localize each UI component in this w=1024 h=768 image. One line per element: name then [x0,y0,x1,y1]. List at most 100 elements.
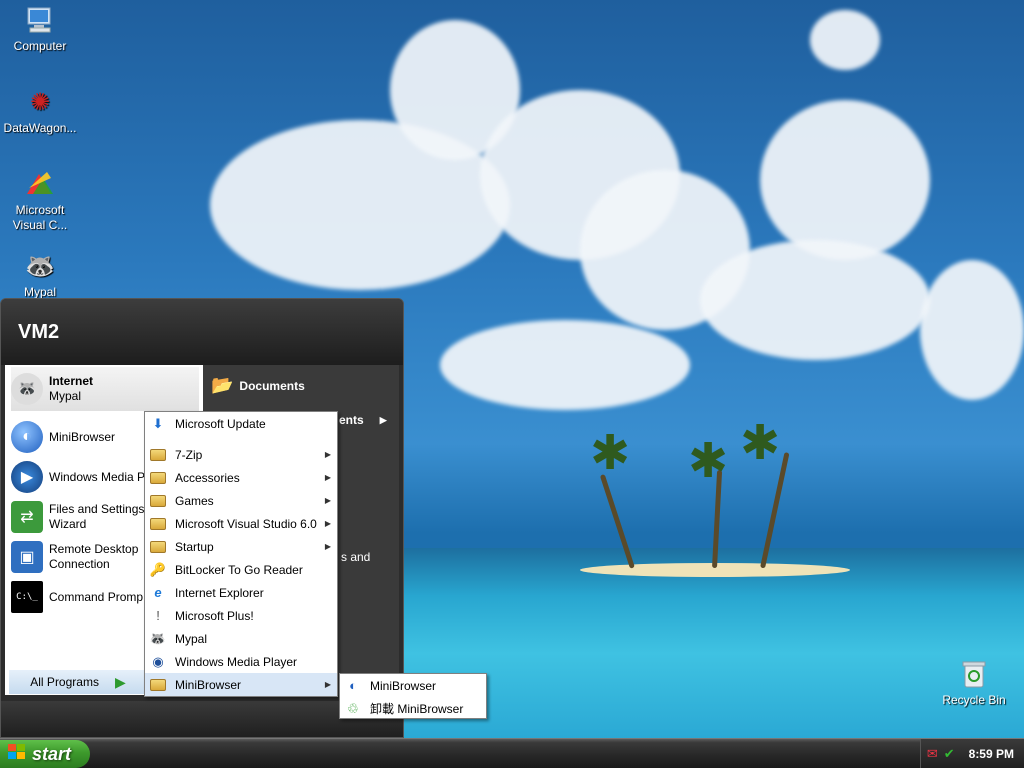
menu-item-label: Windows Media Player [175,654,298,669]
menu-item-microsoft-plus[interactable]: ! Microsoft Plus! [145,604,337,627]
menu-item-label: Startup [175,539,214,554]
folder-icon [149,446,167,464]
menu-item-label: Games [175,493,214,508]
menu-item-bitlocker[interactable]: 🔑 BitLocker To Go Reader [145,558,337,581]
minibrowser-icon: ◐ [11,421,43,453]
right-item-settings[interactable]: s and [341,550,370,564]
right-item-label: ents [339,413,364,427]
cloud [440,320,690,410]
cloud [810,10,880,70]
update-icon: ⬇ [152,415,164,431]
menu-item-7zip[interactable]: 7-Zip ▶ [145,443,337,466]
right-item-documents[interactable]: 📂 Documents [211,375,305,396]
menu-item-label: MiniBrowser [370,678,437,693]
menu-item-label: MiniBrowser [175,677,242,692]
menu-item-label: Microsoft Plus! [175,608,254,623]
visual-c-icon [24,168,56,200]
menu-item-label: Accessories [175,470,240,485]
media-player-icon: ◉ [152,653,164,669]
start-label: start [32,743,72,764]
mypal-icon: 🦝 [11,373,43,405]
system-tray: ✉ ✔ 8:59 PM [920,739,1024,768]
start-button[interactable]: start [0,740,90,768]
desktop-icon-label: Computer [13,39,67,53]
desktop-icon-datawagon[interactable]: ✺ DataWagon... [0,86,80,136]
pinned-item-subtitle: Wizard [49,517,87,531]
menu-item-startup[interactable]: Startup ▶ [145,535,337,558]
chevron-right-icon: ▶ [324,680,331,689]
menu-item-accessories[interactable]: Accessories ▶ [145,466,337,489]
menu-item-label: Microsoft Update [175,416,266,431]
pinned-item-subtitle: Mypal [49,389,82,403]
chevron-right-icon: ▶ [324,450,331,459]
folder-icon [149,515,167,533]
menu-item-minibrowser-folder[interactable]: MiniBrowser ▶ [145,673,337,696]
desktop-icon-recycle-bin[interactable]: Recycle Bin [934,658,1014,707]
palm-leaves: ✱ [740,417,781,470]
menu-item-label: Mypal [175,631,208,646]
cloud [920,260,1024,400]
folder-icon [149,676,167,694]
palm-leaves: ✱ [688,435,729,488]
menu-item-minibrowser[interactable]: ◐ MiniBrowser [340,674,486,697]
pinned-item-title: Internet [49,374,94,388]
menu-item-mypal[interactable]: 🦝 Mypal [145,627,337,650]
folder-icon [149,538,167,556]
desktop-icon-label: Microsoft Visual C... [12,203,68,232]
network-icon[interactable]: ✉ [927,746,938,762]
pinned-item-title: MiniBrowser [49,429,116,444]
folder-icon [149,492,167,510]
menu-item-visual-studio[interactable]: Microsoft Visual Studio 6.0 ▶ [145,512,337,535]
menu-item-label: Microsoft Visual Studio 6.0 [175,516,317,531]
safely-remove-icon[interactable]: ✔ [944,746,955,762]
pinned-item-title: Command Promp [49,589,144,604]
chevron-right-icon: ▶ [379,414,387,425]
minibrowser-icon: ◐ [349,678,357,693]
media-player-icon: ▶ [11,461,43,493]
bitlocker-icon: 🔑 [149,561,167,577]
menu-item-internet-explorer[interactable]: e Internet Explorer [145,581,337,604]
datawagon-icon: ✺ [29,88,51,116]
recycle-bin-icon [958,658,990,690]
transfer-wizard-icon: ⇄ [11,501,43,533]
desktop-icon-label: Mypal [23,285,56,299]
all-programs-button[interactable]: All Programs ▶ [9,670,147,694]
right-item-label: Documents [239,378,305,393]
menu-item-label: 卸載 MiniBrowser [370,702,464,716]
menu-item-label: Internet Explorer [175,585,264,600]
computer-icon [24,4,56,36]
menu-separator [145,435,337,443]
uninstall-icon: ♲ [347,700,359,716]
mypal-icon: 🦝 [149,630,167,646]
desktop-icon-visual-c[interactable]: Microsoft Visual C... [0,168,80,233]
menu-item-label: 7-Zip [175,447,203,462]
menu-item-uninstall-minibrowser[interactable]: ♲ 卸載 MiniBrowser [340,697,486,720]
right-item-recent[interactable]: ents ▶ [339,413,387,427]
clock[interactable]: 8:59 PM [969,747,1014,761]
menu-item-games[interactable]: Games ▶ [145,489,337,512]
mypal-icon: 🦝 [25,252,55,280]
chevron-right-icon: ▶ [324,473,331,482]
desktop-icon-label: DataWagon... [3,121,77,135]
palm-leaves: ✱ [590,427,631,480]
minibrowser-submenu: ◐ MiniBrowser ♲ 卸載 MiniBrowser [339,673,487,719]
start-menu-user-name: VM2 [1,299,403,365]
all-programs-label: All Programs [30,675,99,689]
chevron-right-icon: ▶ [324,519,331,528]
desktop-icon-mypal[interactable]: 🦝 Mypal [0,250,80,300]
pinned-item-title: Windows Media Pl [49,469,148,484]
right-item-label: s and [341,550,371,564]
menu-item-label: BitLocker To Go Reader [175,562,303,577]
desktop-icon-label: Recycle Bin [942,693,1006,707]
menu-item-windows-media-player[interactable]: ◉ Windows Media Player [145,650,337,673]
desktop-icon-computer[interactable]: Computer [0,4,80,53]
pinned-item-internet[interactable]: 🦝 Internet Mypal [11,367,199,411]
command-prompt-icon: C:\_ [11,581,43,613]
plus-icon: ! [156,608,160,623]
menu-item-microsoft-update[interactable]: ⬇ Microsoft Update [145,412,337,435]
cloud [760,100,930,260]
all-programs-menu: ⬇ Microsoft Update 7-Zip ▶ Accessories ▶… [144,411,338,697]
taskbar: start ✉ ✔ 8:59 PM [0,738,1024,768]
ie-icon: e [154,585,162,600]
windows-logo-icon [8,743,26,765]
